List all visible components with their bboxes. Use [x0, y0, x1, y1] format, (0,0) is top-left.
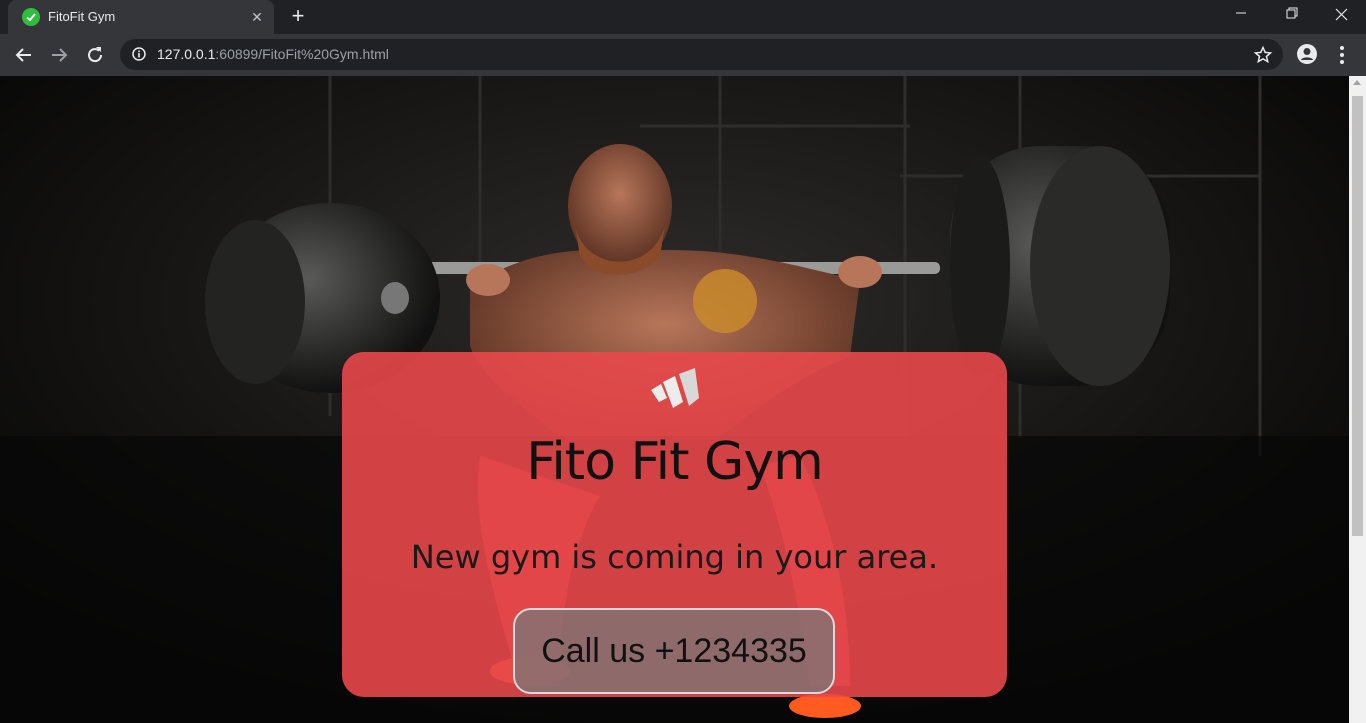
brand-logo-icon [647, 364, 703, 420]
hero-card: Fito Fit Gym New gym is coming in your a… [342, 352, 1007, 697]
address-bar[interactable]: 127.0.0.1:60899/FitoFit%20Gym.html [120, 39, 1283, 70]
reload-icon[interactable] [83, 43, 107, 67]
kebab-menu-icon[interactable] [1332, 43, 1352, 67]
tab-title: FitoFit Gym [48, 9, 116, 24]
tab-fitofit[interactable]: FitoFit Gym ✕ [8, 0, 274, 34]
minimize-icon[interactable] [1216, 0, 1266, 30]
url-host: 127.0.0.1 [157, 46, 216, 62]
check-icon [22, 8, 40, 26]
profile-icon[interactable] [1296, 43, 1318, 65]
scrollbar-thumb[interactable] [1352, 96, 1363, 536]
vertical-scrollbar[interactable] [1349, 76, 1366, 723]
browser-window: FitoFit Gym ✕ + 127.0.0.1:60899/FitoFit%… [0, 0, 1366, 723]
back-arrow-icon[interactable] [12, 43, 36, 67]
page-title: Fito Fit Gym [526, 432, 824, 492]
forward-arrow-icon[interactable] [47, 43, 71, 67]
page-viewport: Fito Fit Gym New gym is coming in your a… [0, 76, 1349, 723]
plus-icon[interactable]: + [286, 5, 310, 29]
call-us-label: Call us +1234335 [541, 632, 807, 670]
star-icon[interactable] [1253, 45, 1273, 65]
hero-subtitle: New gym is coming in your area. [410, 538, 939, 576]
browser-toolbar: 127.0.0.1:60899/FitoFit%20Gym.html [0, 34, 1366, 76]
url-text[interactable]: 127.0.0.1:60899/FitoFit%20Gym.html [157, 46, 389, 62]
scroll-up-arrow-icon[interactable] [1353, 80, 1361, 85]
window-close-icon[interactable] [1316, 0, 1366, 30]
tab-strip: FitoFit Gym ✕ + [0, 0, 1366, 34]
info-icon[interactable] [132, 47, 146, 61]
maximize-icon[interactable] [1266, 0, 1316, 30]
call-us-button[interactable]: Call us +1234335 [513, 608, 835, 694]
url-path: :60899/FitoFit%20Gym.html [215, 46, 389, 62]
close-icon[interactable]: ✕ [248, 8, 266, 26]
